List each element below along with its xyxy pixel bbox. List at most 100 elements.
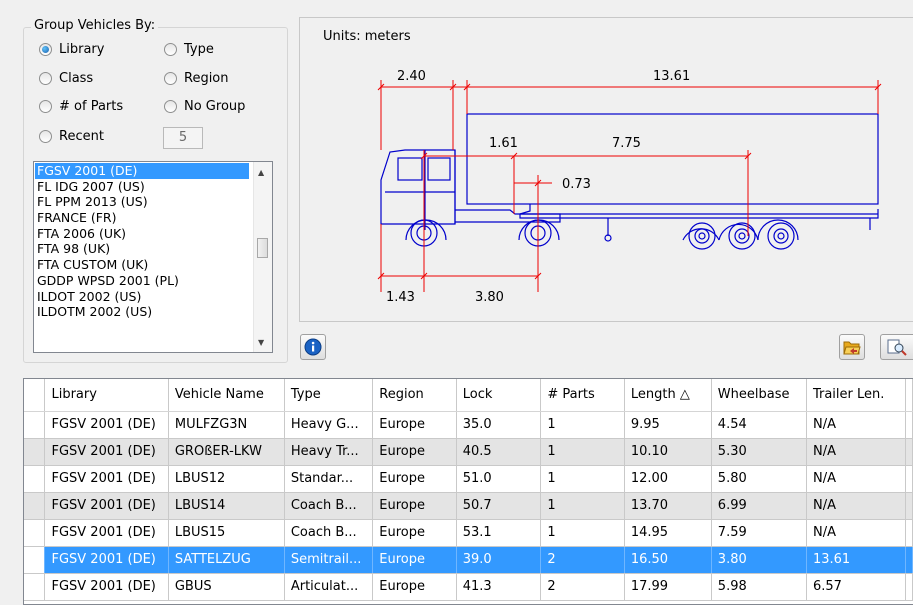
table-cell: 3.80	[711, 546, 807, 574]
table-cell: 35.0	[456, 411, 542, 439]
row-header[interactable]	[24, 492, 46, 520]
table-cell: LBUS15	[168, 519, 285, 547]
preview-icon	[887, 339, 907, 356]
column-header[interactable]: Type	[284, 379, 374, 412]
table-cell: 12.00	[624, 465, 712, 493]
table-row[interactable]: FGSV 2001 (DE) SATTELZUG Semitrail... Europ…	[24, 546, 913, 574]
table-cell: 13.61	[806, 546, 907, 574]
table-cell: N/A	[806, 519, 907, 547]
table-cell: 17.99	[624, 573, 712, 601]
table-cell: Semitrail...	[284, 546, 374, 574]
table-row[interactable]: FGSV 2001 (DE) LBUS14 Coach B... Europe 50.7…	[24, 492, 913, 520]
open-folder-icon	[843, 341, 861, 355]
info-button[interactable]	[300, 334, 326, 360]
table-cell: Europe	[372, 546, 457, 574]
table-cell: Europe	[372, 519, 457, 547]
row-header[interactable]	[24, 519, 46, 547]
table-cell-filler	[905, 438, 913, 466]
column-header[interactable]: Wheelbase	[711, 379, 807, 412]
table-cell: 2	[540, 573, 625, 601]
dim-label: 2.40	[397, 69, 426, 84]
table-row[interactable]: FGSV 2001 (DE) MULFZG3N Heavy G... Europe 35…	[24, 411, 913, 439]
table-cell: 5.30	[711, 438, 807, 466]
row-header[interactable]	[24, 411, 46, 439]
table-cell: LBUS12	[168, 465, 285, 493]
table-cell: Europe	[372, 492, 457, 520]
column-header[interactable]: # Parts	[540, 379, 625, 412]
table-cell: Coach B...	[284, 492, 374, 520]
column-header[interactable]: Lock	[456, 379, 542, 412]
table-cell: Heavy G...	[284, 411, 374, 439]
table-cell: 6.99	[711, 492, 807, 520]
table-cell-filler	[905, 492, 913, 520]
table-cell-filler	[905, 519, 913, 547]
table-cell: 5.98	[711, 573, 807, 601]
table-cell: Articulat...	[284, 573, 374, 601]
dim-label: 3.80	[475, 290, 504, 305]
table-cell: 53.1	[456, 519, 542, 547]
dim-label: 1.61	[489, 136, 518, 151]
table-cell-filler	[905, 465, 913, 493]
column-header[interactable]: Vehicle Name	[168, 379, 285, 412]
table-cell: 9.95	[624, 411, 712, 439]
row-header-corner	[24, 379, 46, 412]
table-cell: 16.50	[624, 546, 712, 574]
column-header[interactable]: Length △	[624, 379, 712, 412]
table-cell: Heavy Tr...	[284, 438, 374, 466]
table-cell: Europe	[372, 438, 457, 466]
table-cell: Europe	[372, 465, 457, 493]
table-cell: FGSV 2001 (DE)	[44, 465, 169, 493]
column-header-filler	[905, 379, 913, 412]
vehicle-drawing: 2.40 13.61 1.61 7.75 0.73 1.43 3.80	[377, 69, 882, 305]
table-cell: 6.57	[806, 573, 907, 601]
table-cell: FGSV 2001 (DE)	[44, 546, 169, 574]
table-cell: N/A	[806, 492, 907, 520]
table-cell: 1	[540, 411, 625, 439]
table-cell-filler	[905, 573, 913, 601]
column-header[interactable]: Region	[372, 379, 457, 412]
table-cell: MULFZG3N	[168, 411, 285, 439]
row-header[interactable]	[24, 438, 46, 466]
table-cell: GROßER-LKW	[168, 438, 285, 466]
dimension-lines	[377, 80, 882, 292]
table-row[interactable]: FGSV 2001 (DE) LBUS15 Coach B... Europe 53.1…	[24, 519, 913, 547]
open-folder-button[interactable]	[839, 334, 865, 360]
table-cell: 1	[540, 465, 625, 493]
table-cell: 51.0	[456, 465, 542, 493]
table-cell: 50.7	[456, 492, 542, 520]
table-cell: 14.95	[624, 519, 712, 547]
table-cell: 41.3	[456, 573, 542, 601]
table-row[interactable]: FGSV 2001 (DE) LBUS12 Standar... Europe 51.0…	[24, 465, 913, 493]
table-cell: 1	[540, 438, 625, 466]
table-cell: FGSV 2001 (DE)	[44, 573, 169, 601]
table-cell: 1	[540, 519, 625, 547]
table-cell: 13.70	[624, 492, 712, 520]
dim-label: 7.75	[612, 136, 641, 151]
dim-label: 13.61	[653, 69, 690, 84]
vehicle-table[interactable]: Library Vehicle Name Type Region Lock # Parts…	[23, 378, 913, 605]
table-cell: SATTELZUG	[168, 546, 285, 574]
table-cell: 1	[540, 492, 625, 520]
table-cell-filler	[905, 546, 913, 574]
table-cell: N/A	[806, 438, 907, 466]
scroll-down-icon[interactable]: ▼	[258, 338, 264, 347]
table-cell: 40.5	[456, 438, 542, 466]
table-cell: Coach B...	[284, 519, 374, 547]
table-cell: Europe	[372, 573, 457, 601]
preview-button[interactable]	[880, 334, 913, 360]
table-cell: 5.80	[711, 465, 807, 493]
table-cell: Europe	[372, 411, 457, 439]
row-header[interactable]	[24, 573, 46, 601]
table-cell: 2	[540, 546, 625, 574]
table-row[interactable]: FGSV 2001 (DE) GBUS Articulat... Europe 41.3…	[24, 573, 913, 601]
column-header[interactable]: Trailer Len.	[806, 379, 907, 412]
table-cell: 10.10	[624, 438, 712, 466]
table-cell: 4.54	[711, 411, 807, 439]
table-cell: Standar...	[284, 465, 374, 493]
table-row[interactable]: FGSV 2001 (DE) GROßER-LKW Heavy Tr... Europ…	[24, 438, 913, 466]
row-header[interactable]	[24, 465, 46, 493]
info-icon	[304, 338, 322, 356]
row-header[interactable]	[24, 546, 46, 574]
table-cell-filler	[905, 411, 913, 439]
column-header[interactable]: Library	[44, 379, 169, 412]
